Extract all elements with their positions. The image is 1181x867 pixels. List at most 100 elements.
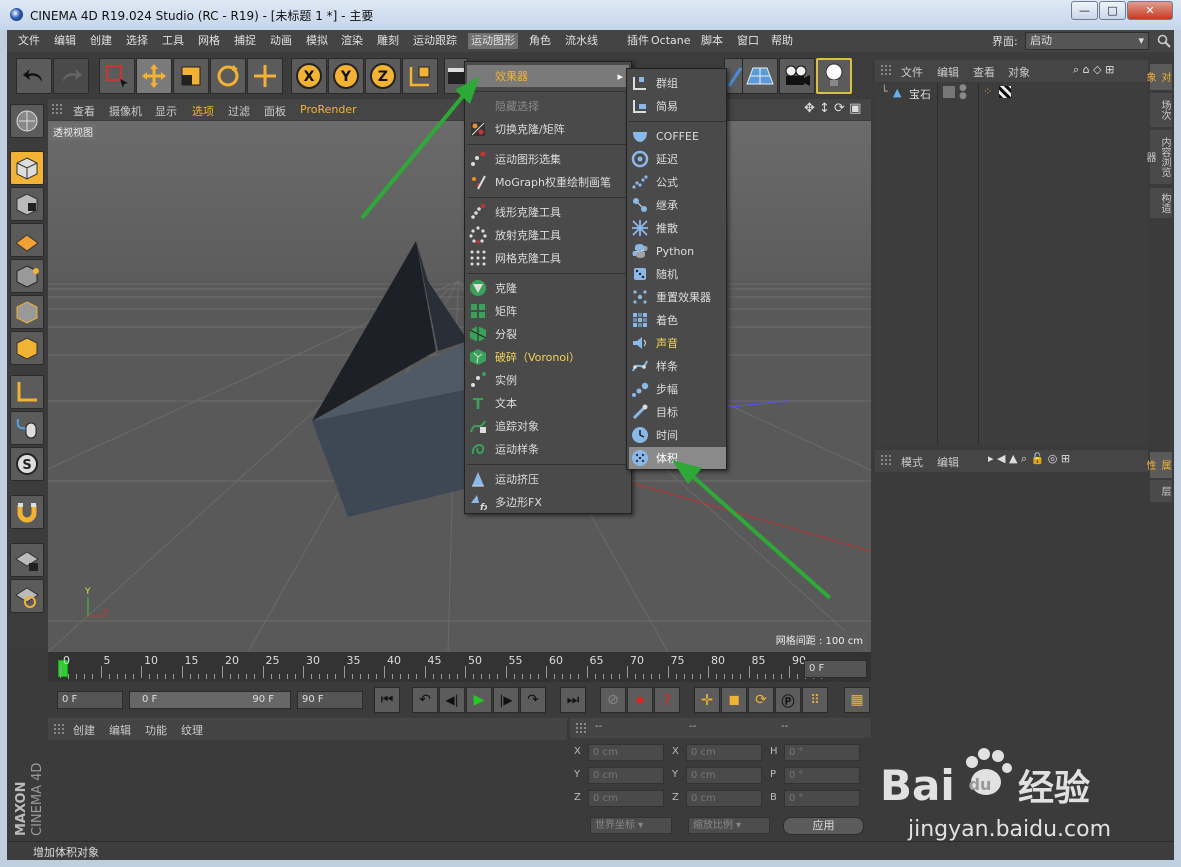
undo-button[interactable] [16, 58, 52, 94]
menu-13[interactable]: 角色 [526, 33, 554, 49]
prev-frame-button[interactable]: ◀| [439, 687, 465, 713]
effector-item-17[interactable]: 体积 [629, 447, 726, 469]
next-key-button[interactable]: ↷ [520, 687, 546, 713]
go-to-end-button[interactable]: ⏭ [560, 687, 586, 713]
effector-item-15[interactable]: 目标 [629, 401, 726, 423]
viewport-menu-3[interactable]: 选项 [192, 103, 214, 119]
mograph-menu-item-17[interactable]: T 文本 [467, 392, 629, 414]
effector-item-4[interactable]: 延迟 [629, 148, 726, 170]
move-tool-button[interactable] [136, 58, 172, 94]
x-axis-button[interactable]: X [291, 58, 327, 94]
maximize-button[interactable]: □ [1099, 1, 1126, 20]
current-frame-field[interactable]: 0 F [804, 660, 867, 678]
texture-mode-button[interactable] [10, 187, 44, 221]
key-pla-button[interactable]: ⠿ [802, 687, 828, 713]
side-tab-5[interactable]: 层 [1150, 480, 1172, 502]
menu-17[interactable]: 脚本 [698, 33, 726, 49]
scale-tool-button[interactable] [173, 58, 209, 94]
side-tab-2[interactable]: 内容浏览器 [1144, 130, 1172, 184]
frame-range-slider[interactable]: 0 F 90 F [129, 691, 291, 709]
layout-select[interactable]: 启动 ▾ [1025, 32, 1149, 50]
record-disabled-button[interactable]: ⊘ [600, 687, 626, 713]
mograph-menu-item-18[interactable]: 追踪对象 [467, 415, 629, 437]
effector-item-8[interactable]: Python [629, 240, 726, 262]
material-menu-0[interactable]: 创建 [73, 722, 95, 738]
solo-button[interactable]: S [10, 447, 44, 481]
viewport-nav-icons[interactable]: ✥ ↕ ⟳ ▣ [804, 101, 861, 116]
material-menu-2[interactable]: 功能 [145, 722, 167, 738]
mograph-menu-item-14[interactable]: 分裂 [467, 323, 629, 345]
coord-field-b2[interactable]: 0 cm [686, 790, 762, 807]
object-row-gem[interactable]: └ ▲ 宝石 ● ● ⁘ [875, 83, 1148, 103]
next-frame-button[interactable]: |▶ [493, 687, 519, 713]
world-coords-select[interactable]: 世界坐标 ▾ [590, 817, 672, 834]
mograph-menu-item-15[interactable]: 破碎（Voronoi） [467, 346, 629, 368]
viewport-menu-1[interactable]: 摄像机 [109, 103, 142, 119]
perspective-viewport[interactable]: Y Z 透视视图 网格间距 : 100 cm [48, 121, 871, 652]
live-select-button[interactable] [99, 58, 135, 94]
end-frame-field[interactable]: 90 F [297, 691, 363, 709]
viewport-menu-0[interactable]: 查看 [73, 103, 95, 119]
menu-9[interactable]: 渲染 [338, 33, 366, 49]
coord-field-a2[interactable]: 0 cm [588, 790, 664, 807]
checker-tag-icon[interactable] [999, 86, 1011, 98]
scale-mode-select[interactable]: 缩放比例 ▾ [688, 817, 770, 834]
effector-item-12[interactable]: 声音 [629, 332, 726, 354]
autokey-button[interactable]: ? [654, 687, 680, 713]
menu-8[interactable]: 模拟 [303, 33, 331, 49]
key-rotate-button[interactable]: ⟳ [748, 687, 774, 713]
object-menu-2[interactable]: 查看 [973, 64, 995, 80]
tag-dots-icon[interactable]: ⁘ [983, 85, 992, 98]
coordinate-system-button[interactable] [402, 58, 438, 94]
menu-12[interactable]: 运动图形 [468, 33, 518, 49]
key-scale-button[interactable]: ◼ [721, 687, 747, 713]
side-tab-1[interactable]: 场次 [1150, 93, 1172, 127]
mograph-menu-item-12[interactable]: 克隆 [467, 277, 629, 299]
coord-field-a0[interactable]: 0 cm [588, 744, 664, 761]
search-icon[interactable] [1157, 34, 1171, 48]
workplane-button[interactable] [10, 223, 44, 257]
polygons-mode-button[interactable] [10, 331, 44, 365]
mograph-menu-item-9[interactable]: 放射克隆工具 [467, 224, 629, 246]
menu-7[interactable]: 动画 [267, 33, 295, 49]
z-axis-button[interactable]: Z [365, 58, 401, 94]
coord-field-c1[interactable]: 0 ° [784, 767, 860, 784]
menu-1[interactable]: 编辑 [51, 33, 79, 49]
menu-4[interactable]: 工具 [159, 33, 187, 49]
lock-workplane-button[interactable] [10, 543, 44, 577]
menu-0[interactable]: 文件 [15, 33, 43, 49]
tweak-mode-button[interactable] [10, 411, 44, 445]
axis-mode-button[interactable] [10, 375, 44, 409]
layer-icon[interactable] [943, 86, 955, 98]
effector-item-7[interactable]: 推散 [629, 217, 726, 239]
menu-10[interactable]: 雕刻 [374, 33, 402, 49]
minimize-button[interactable]: — [1071, 1, 1098, 20]
effector-item-9[interactable]: 随机 [629, 263, 726, 285]
viewport-menu-4[interactable]: 过滤 [228, 103, 250, 119]
object-menu-0[interactable]: 文件 [901, 64, 923, 80]
side-tab-0[interactable]: 对象 [1144, 64, 1172, 90]
effector-item-14[interactable]: 步幅 [629, 378, 726, 400]
record-button[interactable]: ⏺ [627, 687, 653, 713]
menu-2[interactable]: 创建 [87, 33, 115, 49]
effector-item-3[interactable]: COFFEE [629, 125, 726, 147]
drag-grip-icon[interactable] [52, 104, 64, 115]
light-button[interactable] [816, 58, 852, 94]
menu-3[interactable]: 选择 [123, 33, 151, 49]
mograph-menu-item-21[interactable]: 运动挤压 [467, 468, 629, 490]
material-menu-3[interactable]: 纹理 [181, 722, 203, 738]
mograph-menu-item-6[interactable]: MoGraph权重绘制画笔 [467, 171, 629, 193]
model-mode-button[interactable] [10, 151, 44, 185]
menu-14[interactable]: 流水线 [562, 33, 601, 49]
menu-18[interactable]: 窗口 [734, 33, 762, 49]
material-menu-1[interactable]: 编辑 [109, 722, 131, 738]
y-axis-button[interactable]: Y [328, 58, 364, 94]
mograph-menu-item-19[interactable]: 运动样条 [467, 438, 629, 460]
rotate-tool-button[interactable] [210, 58, 246, 94]
mograph-menu-item-10[interactable]: 网格克隆工具 [467, 247, 629, 269]
effector-item-10[interactable]: 重置效果器 [629, 286, 726, 308]
mograph-menu-item-13[interactable]: 矩阵 [467, 300, 629, 322]
menu-19[interactable]: 帮助 [768, 33, 796, 49]
mograph-menu-item-3[interactable]: 切换克隆/矩阵 [467, 118, 629, 140]
points-mode-button[interactable] [10, 259, 44, 293]
